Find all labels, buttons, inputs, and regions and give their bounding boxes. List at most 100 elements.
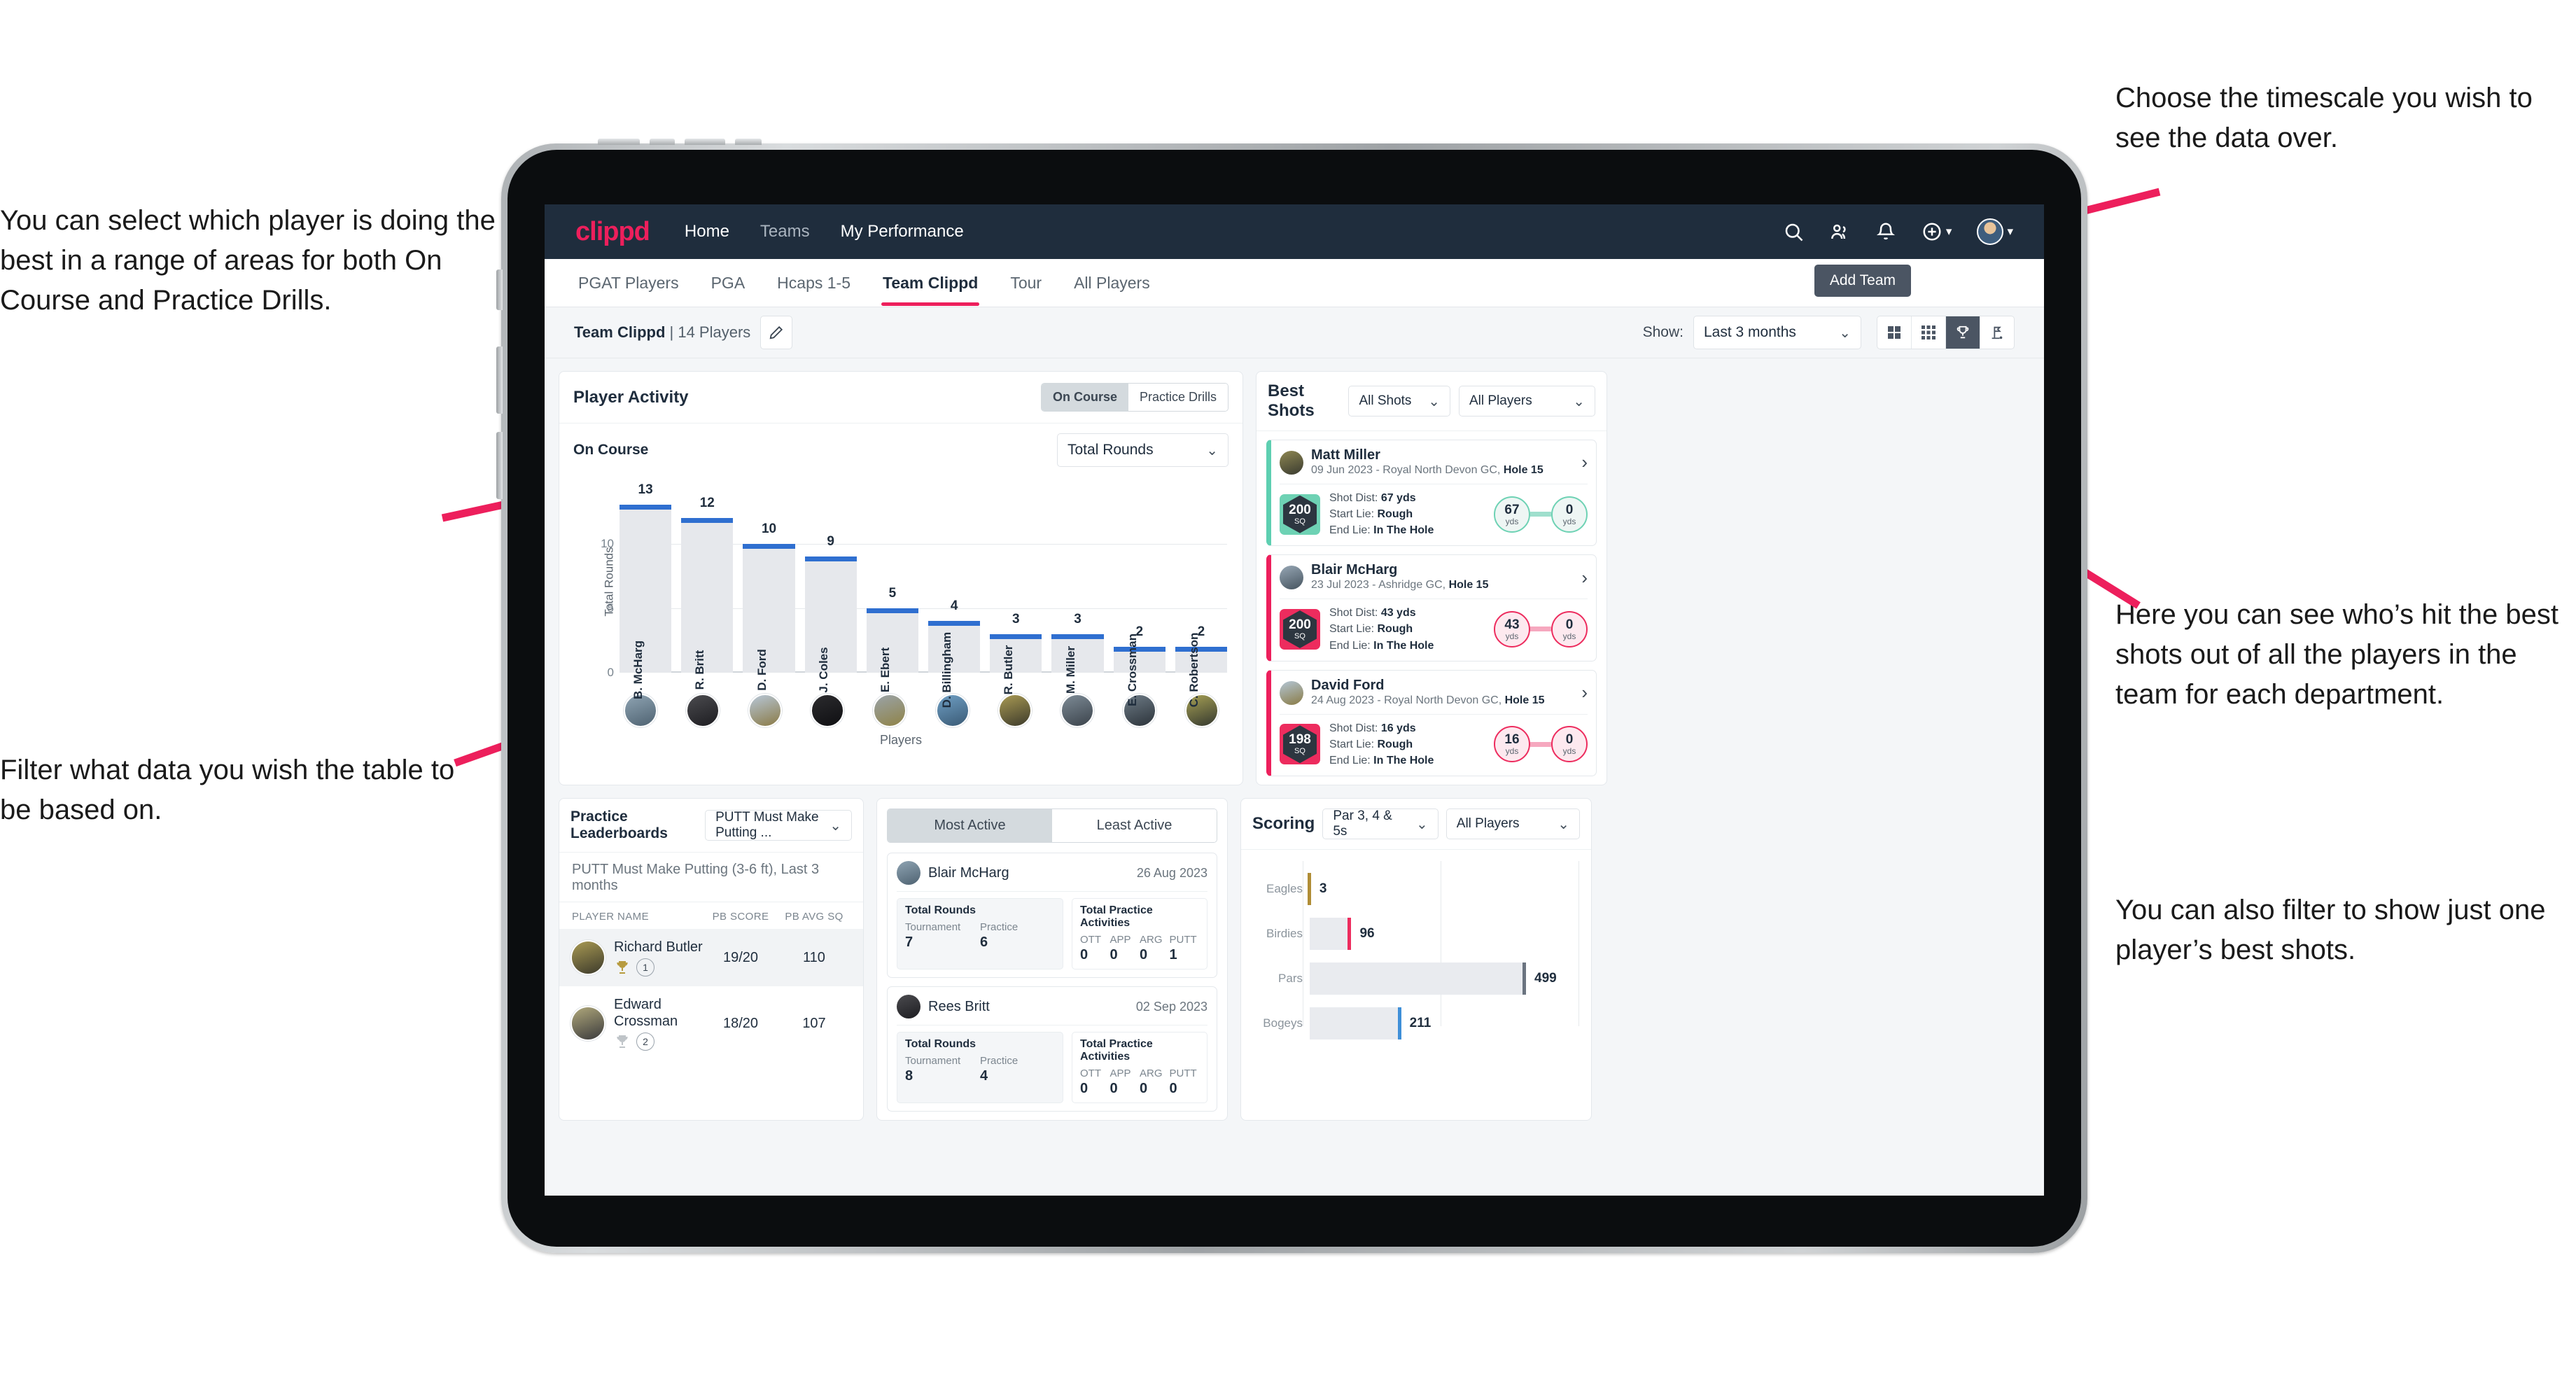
- tab-pgat-players[interactable]: PGAT Players: [577, 260, 680, 305]
- rounds-key: Tournament: [905, 921, 961, 934]
- plus-circle-icon[interactable]: [1921, 221, 1942, 242]
- chart-bar-column[interactable]: 13 B. McHarg: [620, 482, 672, 699]
- activity-player-card[interactable]: Rees Britt 02 Sep 2023 Total Rounds Tour…: [887, 986, 1217, 1112]
- hexagon-icon: 200 SQ: [1283, 610, 1317, 648]
- scoring-bar-row[interactable]: Birdies 96: [1251, 916, 1578, 952]
- tab-most-active[interactable]: Most Active: [888, 809, 1052, 843]
- player-avatar: [1280, 566, 1303, 590]
- chart-bar-column[interactable]: 5 E. Ebert: [866, 492, 919, 692]
- chevron-down-icon-profile[interactable]: ▾: [2007, 225, 2013, 239]
- scoring-bar-value: 96: [1359, 926, 1375, 941]
- best-shot-card[interactable]: Blair McHarg 23 Jul 2023 - Ashridge GC, …: [1266, 554, 1597, 662]
- best-shots-player-select[interactable]: All Players ⌄: [1458, 386, 1595, 416]
- column-header-pb-avg-sq: PB AVG SQ: [785, 911, 844, 923]
- chart-bar-label: R. Butler: [1002, 645, 1016, 695]
- scoring-bar-row[interactable]: Pars 499: [1251, 960, 1578, 997]
- player-avatar[interactable]: [811, 694, 845, 727]
- tab-least-active[interactable]: Least Active: [1052, 809, 1217, 843]
- scoring-bar-value: 499: [1534, 971, 1557, 986]
- player-avatar[interactable]: [873, 694, 907, 727]
- chart-bar: B. McHarg: [620, 505, 672, 699]
- chevron-right-icon[interactable]: ›: [1581, 682, 1588, 704]
- shot-end-distance: 0 yds: [1551, 610, 1588, 648]
- chart-bar-column[interactable]: 4 D. Billingham: [928, 492, 981, 708]
- best-shot-card[interactable]: Matt Miller 09 Jun 2023 - Royal North De…: [1266, 440, 1597, 547]
- nav-link-teams[interactable]: Teams: [760, 222, 810, 241]
- chevron-right-icon[interactable]: ›: [1581, 567, 1588, 589]
- chart-bar-column[interactable]: 3 M. Miller: [1051, 492, 1104, 694]
- par-value: Par 3, 4 & 5s: [1333, 808, 1392, 839]
- chart-bar-column[interactable]: 2 C. Robertson: [1175, 492, 1228, 707]
- player-activity-chart: Total Rounds 0 5 10 13 B. McHarg 12 R. Britt 10…: [576, 474, 1228, 708]
- chart-bar-column[interactable]: 9 J. Coles: [804, 492, 857, 693]
- chart-bar-value: 10: [761, 521, 777, 536]
- tab-team-clippd[interactable]: Team Clippd: [881, 260, 980, 306]
- chart-bar-column[interactable]: 10 D. Ford: [743, 492, 795, 691]
- best-shots-type-select[interactable]: All Shots ⌄: [1348, 386, 1450, 416]
- tab-pga[interactable]: PGA: [710, 260, 747, 305]
- bell-icon[interactable]: [1875, 221, 1896, 242]
- drill-select[interactable]: PUTT Must Make Putting ... ⌄: [705, 810, 852, 841]
- player-avatar[interactable]: [686, 694, 720, 727]
- chevron-down-icon-add[interactable]: ▾: [1946, 225, 1952, 239]
- best-shot-card[interactable]: David Ford 24 Aug 2023 - Royal North Dev…: [1266, 669, 1597, 777]
- tab-tour[interactable]: Tour: [1009, 260, 1043, 305]
- chart-bar: M. Miller: [1051, 634, 1104, 694]
- metric-select[interactable]: Total Rounds ⌄: [1057, 433, 1228, 467]
- tab-hcaps-1-5[interactable]: Hcaps 1-5: [776, 260, 852, 305]
- practice-key: APP: [1110, 1068, 1131, 1080]
- tab-all-players[interactable]: All Players: [1072, 260, 1152, 305]
- player-avatar[interactable]: [748, 694, 783, 727]
- leaderboard-pb-avg-sq: 107: [802, 1015, 826, 1031]
- search-icon[interactable]: [1783, 221, 1804, 242]
- leaderboard-pb-score: 18/20: [722, 1015, 759, 1031]
- avatar[interactable]: [1977, 218, 2004, 245]
- leaderboard-player-name: Richard Butler: [614, 939, 703, 955]
- practice-key: ARG: [1140, 934, 1163, 946]
- best-shot-body: 200 SQ Shot Dist: 67 yds Start Lie: Roug…: [1280, 490, 1588, 539]
- pencil-icon: [769, 325, 784, 340]
- best-shot-player-name: Blair McHarg: [1311, 562, 1398, 578]
- nav-link-my-performance[interactable]: My Performance: [841, 222, 964, 241]
- timescale-select[interactable]: Last 3 months ⌄: [1693, 316, 1861, 349]
- activity-player-card[interactable]: Blair McHarg 26 Aug 2023 Total Rounds To…: [887, 853, 1217, 979]
- scoring-player-select[interactable]: All Players ⌄: [1446, 808, 1580, 840]
- player-avatar: [1280, 450, 1303, 475]
- people-icon[interactable]: [1829, 221, 1850, 242]
- scoring-bar-label: Birdies: [1266, 927, 1303, 941]
- view-trophy-button[interactable]: [1946, 316, 1980, 349]
- player-avatar[interactable]: [1060, 694, 1094, 727]
- edit-team-button[interactable]: [760, 316, 793, 349]
- clippd-logo[interactable]: clippd: [575, 217, 650, 247]
- scoring-bar-value: 3: [1319, 881, 1327, 897]
- scoring-bar-row[interactable]: Eagles 3: [1251, 871, 1578, 907]
- best-shot-stats: Shot Dist: 16 yds Start Lie: Rough End L…: [1329, 722, 1434, 766]
- view-grid-4-button[interactable]: [1877, 316, 1912, 349]
- add-team-button[interactable]: Add Team: [1814, 265, 1911, 297]
- total-rounds-title: Total Rounds: [905, 904, 976, 917]
- chart-bar-column[interactable]: 3 R. Butler: [990, 492, 1042, 694]
- table-row[interactable]: Edward Crossman 2 18/20 107: [559, 986, 863, 1060]
- leaderboard-subtitle: PUTT Must Make Putting (3-6 ft), Last 3 …: [559, 853, 863, 903]
- chart-bar-value: 3: [1074, 611, 1082, 626]
- toggle-practice-drills[interactable]: Practice Drills: [1128, 384, 1228, 411]
- toggle-on-course[interactable]: On Course: [1041, 384, 1128, 411]
- activity-card: Most Active Least Active Blair McHarg 26…: [876, 798, 1228, 1121]
- annotation-left-top: You can select which player is doing the…: [0, 205, 496, 316]
- player-avatar[interactable]: [997, 694, 1032, 727]
- view-grid-9-button[interactable]: [1912, 316, 1946, 349]
- scoring-bar-track: 499: [1310, 962, 1578, 995]
- chart-bar-label: B. McHarg: [631, 640, 645, 700]
- chart-bar-column[interactable]: 2 E. Crossman: [1113, 492, 1166, 706]
- shot-quality-value: 200: [1289, 502, 1311, 517]
- rounds-value: 7: [905, 934, 913, 951]
- nav-link-home[interactable]: Home: [685, 222, 729, 241]
- chart-bar-label: R. Britt: [693, 650, 707, 690]
- chevron-right-icon[interactable]: ›: [1581, 451, 1588, 473]
- chart-bar-column[interactable]: 12 R. Britt: [681, 492, 734, 690]
- activity-card-body: Total Rounds Tournament 7 Practice 6 Total…: [897, 898, 1208, 970]
- view-golf-flag-button[interactable]: [1980, 316, 2014, 349]
- scoring-bar-row[interactable]: Bogeys 211: [1251, 1005, 1578, 1042]
- par-select[interactable]: Par 3, 4 & 5s ⌄: [1322, 808, 1438, 840]
- table-row[interactable]: Richard Butler 1 19/20 110: [559, 929, 863, 987]
